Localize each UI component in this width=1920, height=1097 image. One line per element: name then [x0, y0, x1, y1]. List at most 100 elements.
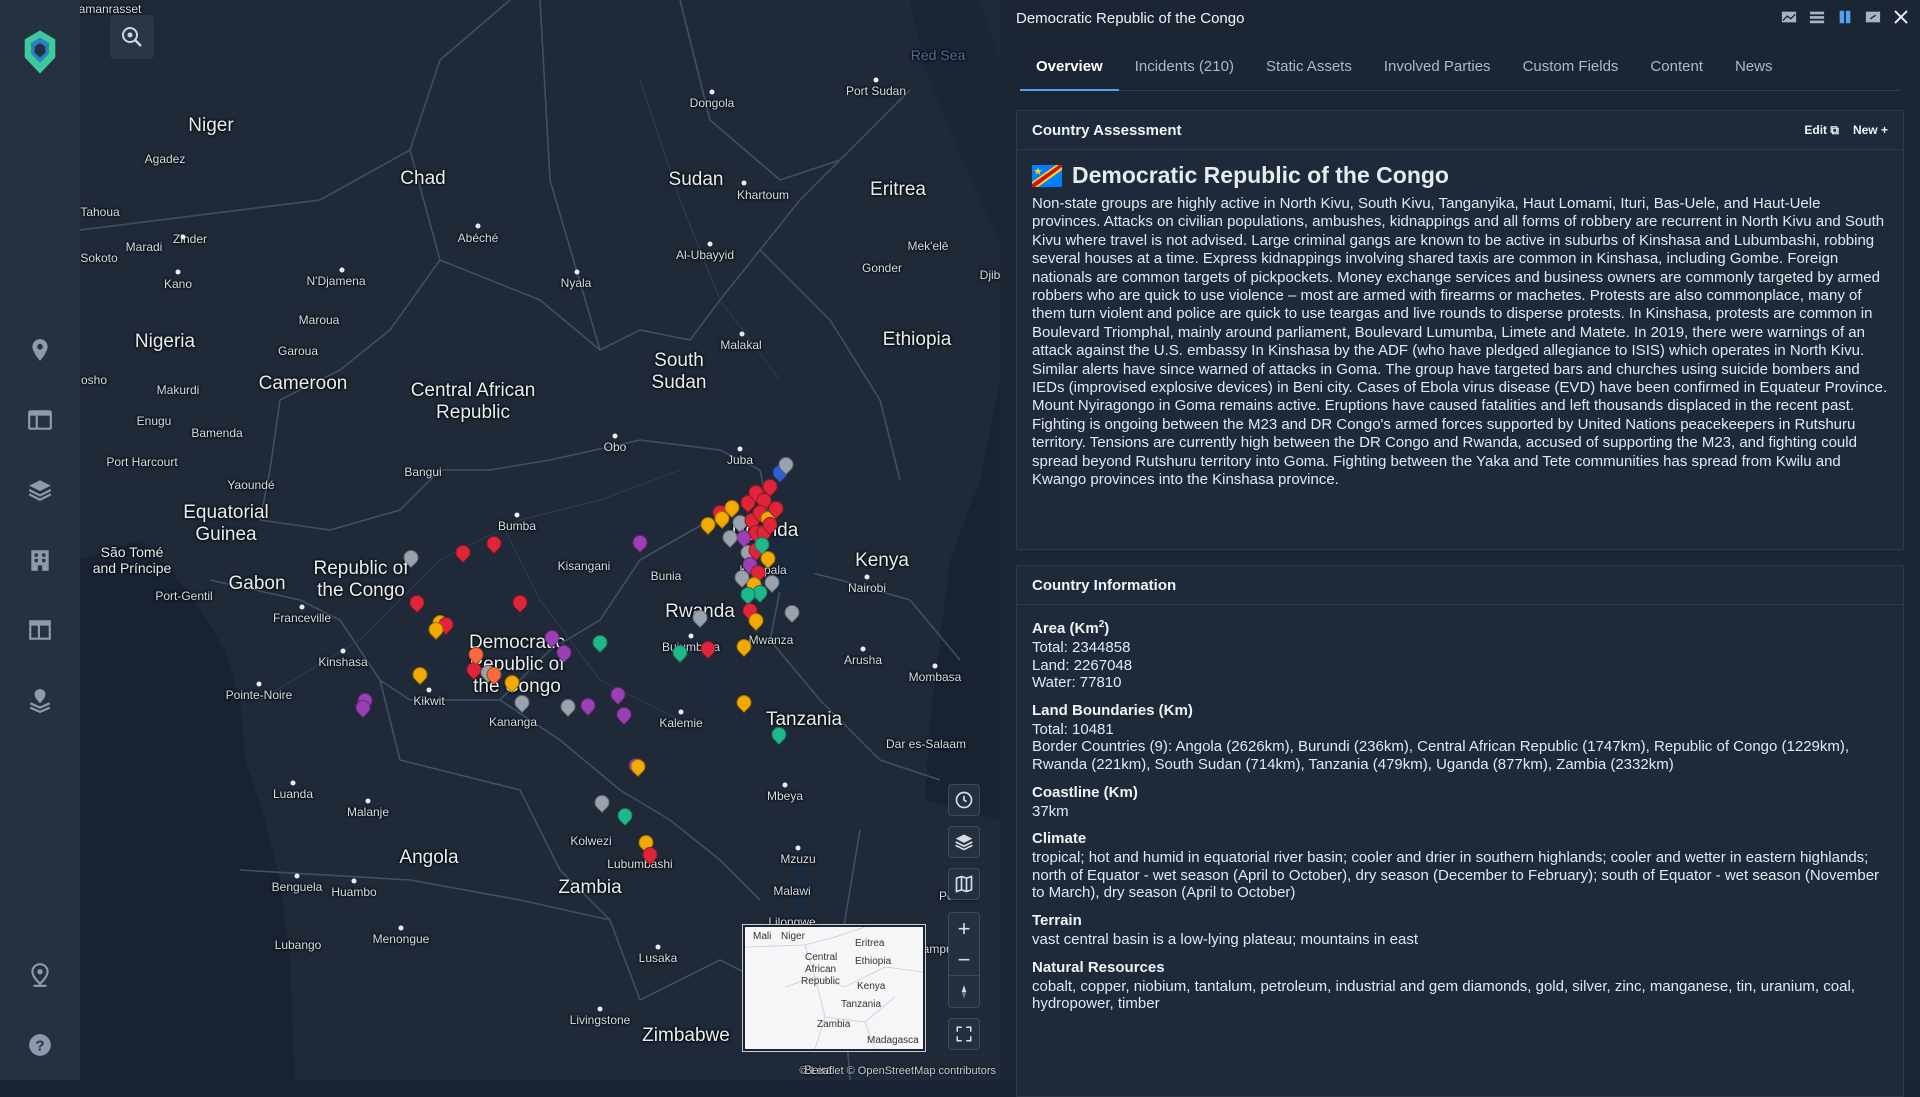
city-dot [739, 331, 745, 337]
country-information-card: Country Information Area (Km2) Total: 23… [1016, 565, 1904, 1097]
tab-static-assets[interactable]: Static Assets [1250, 50, 1368, 90]
country-assessment-card: Country Assessment Edit ⧉ New + Democrat… [1016, 110, 1904, 550]
climate-value: tropical; hot and humid in equatorial ri… [1032, 849, 1880, 902]
boundaries-total: Total: 10481 [1032, 720, 1114, 738]
city-dot [299, 604, 305, 610]
svg-text:?: ? [35, 1037, 44, 1054]
card-title: Country Information [1032, 576, 1177, 594]
map-base [80, 0, 1000, 1080]
map-pin-icon[interactable] [20, 330, 60, 370]
minimap-label: Madagasca [867, 1035, 919, 1046]
card-header: Country Information [1017, 566, 1903, 605]
overview-minimap[interactable]: Mali Niger Eritrea Central African Repub… [742, 924, 926, 1052]
plus-icon: + [1880, 122, 1888, 137]
stacked-pin-icon[interactable] [20, 680, 60, 720]
coastline-section: Coastline (Km) 37km [1017, 784, 1903, 821]
terrain-section: Terrain vast central basin is a low-lyin… [1017, 912, 1903, 949]
basemap-button[interactable] [948, 868, 980, 900]
map-icon [955, 875, 973, 893]
terrain-value: vast central basin is a low-lying platea… [1032, 930, 1419, 948]
zoom-out-button[interactable]: − [948, 944, 980, 976]
area-title: Area (Km2) [1032, 619, 1888, 637]
area-land: Land: 2267048 [1032, 656, 1133, 674]
area-section: Area (Km2) Total: 2344858 Land: 2267048 … [1017, 619, 1903, 692]
coastline-value: 37km [1032, 802, 1069, 820]
resources-value: cobalt, copper, niobium, tantalum, petro… [1032, 977, 1855, 1013]
minimap-label: Kenya [857, 981, 886, 992]
zoom-in-button[interactable]: + [948, 912, 980, 944]
window-controls [1780, 8, 1910, 26]
tab-incidents[interactable]: Incidents (210) [1119, 50, 1250, 90]
fullscreen-button[interactable] [948, 1018, 980, 1050]
help-icon[interactable]: ? [20, 1025, 60, 1065]
layers-icon[interactable] [20, 470, 60, 510]
dashboard-icon[interactable] [20, 610, 60, 650]
minimap-label: Eritrea [855, 938, 885, 949]
table-icon[interactable] [20, 400, 60, 440]
compass-button[interactable] [948, 976, 980, 1008]
area-total: Total: 2344858 [1032, 639, 1131, 656]
history-button[interactable] [948, 784, 980, 816]
city-dot [290, 780, 296, 786]
city-dot [795, 845, 801, 851]
city-dot [340, 648, 346, 654]
edit-icon: ⧉ [1830, 122, 1839, 137]
layers-icon [955, 834, 973, 851]
city-dot [339, 267, 345, 273]
minimap-label: Niger [781, 931, 805, 942]
tab-custom-fields[interactable]: Custom Fields [1507, 50, 1635, 90]
panel-tabs: Overview Incidents (210) Static Assets I… [1020, 50, 1900, 91]
climate-section: Climate tropical; hot and humid in equat… [1017, 830, 1903, 902]
city-dot [709, 89, 715, 95]
close-icon[interactable] [1892, 8, 1910, 26]
flag-icon [1032, 164, 1062, 187]
city-dot [180, 234, 186, 240]
minimap-label: Ethiopia [855, 956, 892, 967]
view-map-icon[interactable] [1780, 8, 1798, 26]
coastline-title: Coastline (Km) [1032, 783, 1138, 801]
map-view[interactable]: Red Sea Niger Chad Sudan Eritrea Nigeria… [80, 0, 1000, 1080]
terrain-title: Terrain [1032, 911, 1082, 929]
area-water: Water: 77810 [1032, 674, 1122, 692]
minimap-label: Central [805, 952, 838, 963]
view-split-icon[interactable] [1836, 8, 1854, 26]
layers-button[interactable] [948, 826, 980, 858]
minimap-label: Mali [753, 931, 772, 942]
tab-overview[interactable]: Overview [1020, 50, 1119, 91]
tab-content[interactable]: Content [1634, 50, 1719, 90]
new-label: New [1852, 122, 1878, 137]
card-header: Country Assessment Edit ⧉ New + [1017, 111, 1903, 150]
logo-icon[interactable] [20, 22, 60, 82]
view-list-icon[interactable] [1808, 8, 1826, 26]
city-dot [351, 878, 357, 884]
city-dot [256, 681, 262, 687]
left-nav-rail: ? [0, 0, 80, 1080]
compass-icon [961, 984, 967, 999]
panel-title: Democratic Republic of the Congo [1016, 10, 1245, 27]
country-detail-panel: Democratic Republic of the Congo Overvie… [1000, 0, 1920, 1097]
assessment-heading: Democratic Republic of the Congo [1017, 150, 1903, 195]
tab-involved-parties[interactable]: Involved Parties [1368, 50, 1507, 90]
city-dot [175, 269, 181, 275]
assessment-text: Non-state groups are highly active in No… [1032, 195, 1888, 489]
map-attribution[interactable]: © Leaflet © OpenStreetMap contributors [799, 1065, 996, 1077]
buildings-icon[interactable] [20, 540, 60, 580]
place-icon[interactable] [20, 955, 60, 995]
fullscreen-icon [956, 1026, 972, 1042]
city-dot [782, 782, 788, 788]
city-dot [707, 241, 713, 247]
expand-icon[interactable] [1864, 8, 1882, 26]
city-dot [932, 663, 938, 669]
edit-label: Edit [1804, 122, 1828, 137]
edit-button[interactable]: Edit ⧉ [1804, 123, 1839, 138]
minimap-label: African [805, 964, 837, 975]
city-dot [426, 687, 432, 693]
search-icon [122, 27, 142, 47]
city-dot [597, 1006, 603, 1012]
country-name: Democratic Republic of the Congo [1072, 162, 1449, 188]
tab-news[interactable]: News [1719, 50, 1789, 90]
map-search-button[interactable] [110, 15, 154, 59]
city-dot [294, 873, 300, 879]
city-dot [737, 446, 743, 452]
new-button[interactable]: New + [1853, 123, 1888, 138]
